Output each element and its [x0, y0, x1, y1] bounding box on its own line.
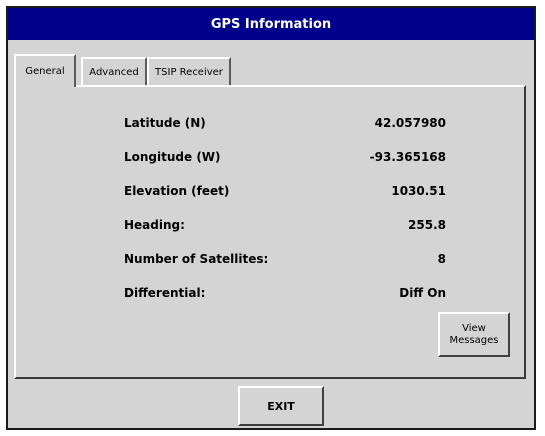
latitude-value: 42.057980	[374, 116, 446, 130]
elevation-label: Elevation (feet)	[124, 184, 230, 198]
longitude-label: Longitude (W)	[124, 150, 221, 164]
latitude-row: Latitude (N) 42.057980	[124, 113, 446, 133]
heading-value: 255.8	[408, 218, 446, 232]
heading-row: Heading: 255.8	[124, 215, 446, 235]
differential-value: Diff On	[399, 286, 446, 300]
latitude-label: Latitude (N)	[124, 116, 206, 130]
differential-row: Differential: Diff On	[124, 283, 446, 303]
satellites-row: Number of Satellites: 8	[124, 249, 446, 269]
satellites-label: Number of Satellites:	[124, 252, 269, 266]
tab-general[interactable]: General	[14, 54, 76, 87]
window-client-area: General Advanced TSIP Receiver Latitude …	[8, 40, 534, 428]
window-title: GPS Information	[8, 8, 534, 40]
tab-advanced[interactable]: Advanced	[81, 57, 147, 85]
heading-label: Heading:	[124, 218, 185, 232]
gps-information-window: GPS Information General Advanced TSIP Re…	[6, 6, 536, 430]
tab-tsip-receiver[interactable]: TSIP Receiver	[147, 57, 231, 85]
elevation-row: Elevation (feet) 1030.51	[124, 181, 446, 201]
longitude-value: -93.365168	[369, 150, 446, 164]
exit-button[interactable]: EXIT	[238, 386, 324, 426]
elevation-value: 1030.51	[391, 184, 446, 198]
longitude-row: Longitude (W) -93.365168	[124, 147, 446, 167]
satellites-value: 8	[437, 252, 446, 266]
differential-label: Differential:	[124, 286, 206, 300]
view-messages-button[interactable]: View Messages	[438, 312, 510, 357]
